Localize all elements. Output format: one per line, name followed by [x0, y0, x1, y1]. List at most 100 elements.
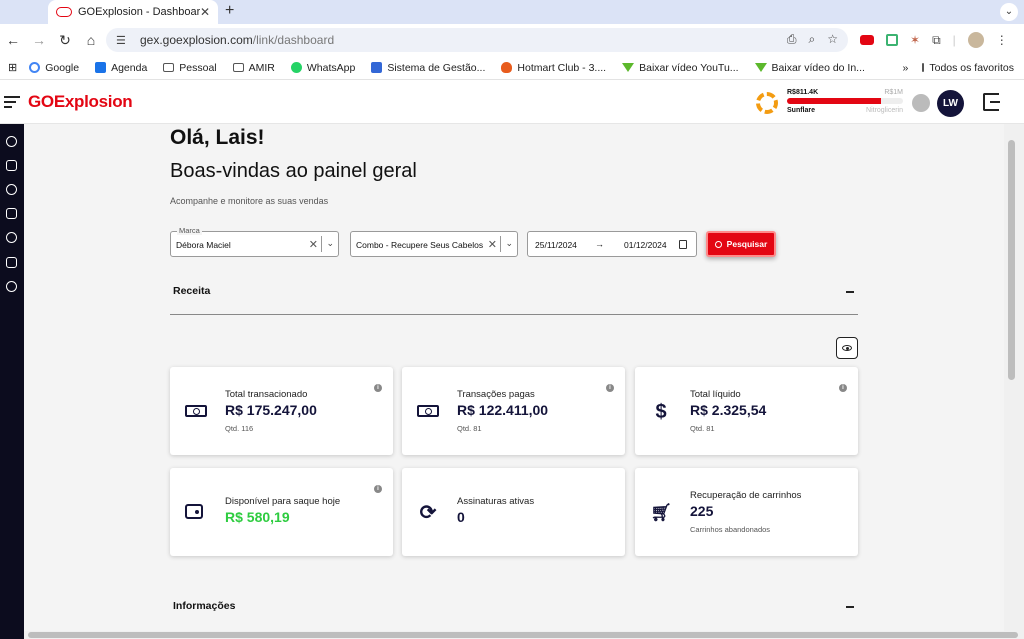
bookmark-youtube-dl[interactable]: Baixar vídeo YouTu...	[622, 62, 739, 74]
apps-grid-icon[interactable]: ⊞	[8, 61, 17, 74]
card-title: Assinaturas ativas	[457, 496, 535, 507]
download-icon	[754, 63, 767, 72]
calendar-icon[interactable]	[679, 240, 687, 249]
home-icon[interactable]: ⌂	[78, 32, 104, 48]
sidebar-item-integrations-icon[interactable]	[6, 232, 17, 243]
url-host: gex.goexplosion.com	[140, 33, 253, 47]
card-sub: Carrinhos abandonados	[690, 525, 771, 534]
profile-avatar-icon[interactable]	[967, 32, 984, 48]
main-content: Olá, Lais! Boas-vindas ao painel geral A…	[24, 124, 1004, 631]
back-icon[interactable]: ←	[0, 32, 26, 48]
close-tab-icon[interactable]: ✕	[200, 5, 210, 19]
banknote-icon	[185, 405, 207, 417]
sidebar-item-sync-icon[interactable]	[6, 184, 17, 195]
bookmark-pessoal[interactable]: Pessoal	[163, 62, 217, 74]
forward-icon[interactable]: →	[26, 32, 52, 48]
select-separator	[321, 236, 322, 252]
bookmark-sistema[interactable]: Sistema de Gestão...	[371, 62, 485, 74]
hotmart-icon	[501, 62, 513, 73]
subscription-refresh-icon: ⟳	[419, 502, 437, 524]
browser-tab[interactable]: GOExplosion - Dashboard ✕	[48, 0, 218, 24]
info-icon[interactable]: i	[374, 485, 382, 493]
whatsapp-icon	[290, 62, 302, 73]
info-collapse-icon[interactable]	[846, 606, 854, 608]
product-chevron-down-icon[interactable]: ⌄	[505, 238, 513, 249]
goexplosion-logo[interactable]: GOExplosion	[28, 92, 133, 112]
green-extension-icon[interactable]	[886, 34, 898, 46]
next-level-icon	[912, 94, 930, 112]
info-icon[interactable]: i	[839, 384, 847, 392]
level-progress-fill	[787, 98, 881, 104]
card-available-withdrawal: Disponível para saque hoje R$ 580,19 i	[170, 468, 393, 556]
menu-kebab-icon[interactable]: ⋮	[996, 33, 1008, 47]
scrollbar-thumb[interactable]	[1008, 140, 1015, 380]
info-icon[interactable]: i	[374, 384, 382, 392]
shopping-cart-icon: 🛒︎	[650, 503, 672, 522]
bookmarks-bar: ⊞ Google Agenda Pessoal AMIR WhatsApp Si…	[0, 56, 1024, 80]
logout-icon[interactable]	[983, 93, 1000, 111]
toggle-visibility-button[interactable]	[836, 337, 858, 359]
bookmark-hotmart[interactable]: Hotmart Club - 3....	[501, 62, 606, 74]
section-info-title[interactable]: Informações	[173, 600, 235, 612]
sidebar-item-products-icon[interactable]	[6, 160, 17, 171]
bookmark-star-icon[interactable]: ☆	[827, 32, 838, 47]
bookmark-agenda[interactable]: Agenda	[95, 62, 147, 74]
new-tab-icon[interactable]: +	[225, 2, 234, 20]
section-revenue-title[interactable]: Receita	[173, 285, 210, 297]
user-avatar[interactable]: LW	[937, 90, 964, 117]
brand-select[interactable]: Marca Débora Maciel ✕ ⌄	[170, 226, 339, 257]
page-title: Boas-vindas ao painel geral	[170, 160, 417, 182]
bookmark-amir[interactable]: AMIR	[232, 62, 275, 74]
search-icon	[714, 240, 722, 248]
sidebar-item-messages-icon[interactable]	[6, 257, 17, 268]
menu-toggle-icon[interactable]	[4, 96, 20, 111]
bookmark-whatsapp[interactable]: WhatsApp	[290, 62, 355, 74]
zoom-icon[interactable]: ⌕	[809, 32, 816, 47]
youtube-extension-icon[interactable]	[860, 35, 874, 45]
address-bar[interactable]: ☰ gex.goexplosion.com /link/dashboard ⎙ …	[106, 28, 848, 52]
section-divider	[170, 314, 858, 315]
sidebar-item-users-icon[interactable]	[6, 208, 17, 219]
more-bookmarks-icon[interactable]: »	[903, 62, 909, 74]
level-current-name: Sunflare	[787, 107, 816, 114]
date-end[interactable]: 01/12/2024	[624, 240, 667, 250]
folder-icon	[922, 63, 925, 72]
card-sub: Qtd. 116	[225, 424, 254, 433]
sidebar-item-settings-icon[interactable]	[6, 281, 17, 292]
site-settings-icon[interactable]: ☰	[116, 34, 130, 47]
wallet-icon	[185, 504, 203, 519]
bookmark-instagram-dl[interactable]: Baixar vídeo do In...	[754, 62, 865, 74]
revenue-collapse-icon[interactable]	[846, 291, 854, 293]
bookmark-google[interactable]: Google	[29, 62, 79, 74]
sidebar-rail	[0, 124, 24, 639]
card-title: Transações pagas	[457, 389, 535, 400]
all-favorites[interactable]: Todos os favoritos	[922, 62, 1014, 74]
reload-icon[interactable]: ↻	[52, 32, 78, 49]
date-start[interactable]: 25/11/2024	[535, 240, 577, 250]
card-sub: Qtd. 81	[457, 424, 482, 433]
horizontal-scrollbar[interactable]	[24, 631, 1024, 639]
brand-chevron-down-icon[interactable]: ⌄	[326, 238, 334, 249]
tool-extension-icon[interactable]: ✶	[910, 33, 920, 47]
eye-icon	[842, 345, 852, 351]
card-title: Recuperação de carrinhos	[690, 490, 802, 501]
level-next-name: Nitroglicerin	[866, 107, 903, 114]
search-button-label: Pesquisar	[726, 239, 768, 249]
info-icon[interactable]: i	[606, 384, 614, 392]
scrollbar-thumb[interactable]	[28, 632, 1018, 638]
card-net-total: $ Total líquido R$ 2.325,54 Qtd. 81 i	[635, 367, 858, 455]
date-range-picker[interactable]: 25/11/2024 → 01/12/2024	[527, 231, 697, 257]
search-button[interactable]: Pesquisar	[706, 231, 776, 257]
level-progress: R$811.4K R$1M Sunflare Nitroglicerin	[787, 89, 903, 114]
brand-clear-icon[interactable]: ✕	[309, 238, 318, 251]
sidebar-item-dashboard-icon[interactable]	[6, 136, 17, 147]
extensions-puzzle-icon[interactable]: ⧉	[932, 33, 941, 48]
tab-search-chevron-icon[interactable]: ⌄	[1000, 3, 1018, 21]
card-active-subscriptions: ⟳ Assinaturas ativas 0	[402, 468, 625, 556]
vertical-scrollbar[interactable]	[1004, 124, 1024, 631]
date-arrow-icon: →	[595, 239, 604, 249]
product-clear-icon[interactable]: ✕	[488, 238, 497, 251]
install-app-icon[interactable]: ⎙	[787, 32, 797, 47]
sistema-icon	[371, 62, 383, 73]
product-select[interactable]: Combo - Recupere Seus Cabelos ✕ ⌄	[350, 231, 518, 257]
